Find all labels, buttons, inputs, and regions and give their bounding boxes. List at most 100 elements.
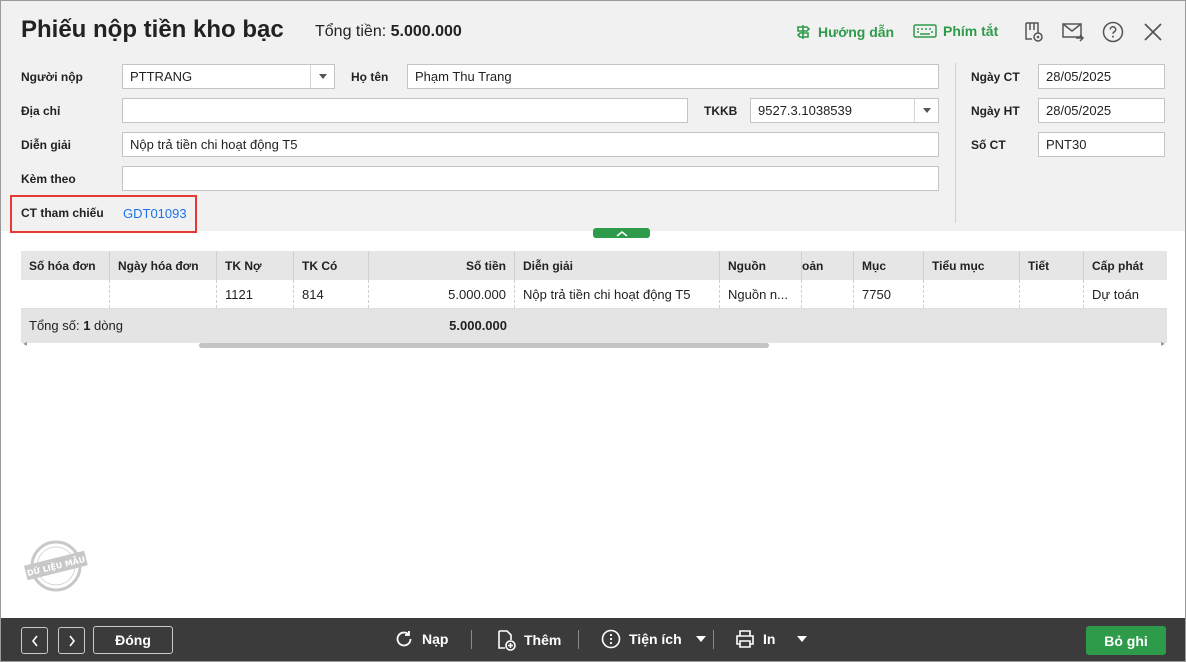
print-dropdown[interactable]: In — [735, 629, 808, 649]
column-header[interactable]: TK Có — [294, 251, 369, 280]
doc-no-value: PNT30 — [1046, 137, 1087, 152]
table-row[interactable]: 1121 814 5.000.000 Nộp trả tiền chi hoạt… — [21, 280, 1167, 309]
table-cell[interactable] — [1020, 280, 1084, 308]
add-button[interactable]: Thêm — [496, 629, 561, 651]
doc-date-field[interactable]: 28/05/2025 — [1038, 64, 1165, 89]
reload-label: Nạp — [422, 631, 449, 647]
close-icon[interactable] — [1141, 20, 1165, 44]
table-cell[interactable]: 5.000.000 — [369, 280, 515, 308]
previous-button[interactable] — [21, 627, 48, 654]
address-field[interactable] — [122, 98, 688, 123]
tkkb-label: TKKB — [704, 104, 738, 118]
fullname-label: Họ tên — [351, 70, 389, 84]
table-cell[interactable]: 7750 — [854, 280, 924, 308]
help-icon[interactable] — [1101, 20, 1125, 44]
reference-label: CT tham chiếu — [21, 206, 104, 220]
guide-link[interactable]: Hướng dẫn — [794, 23, 894, 41]
guide-label: Hướng dẫn — [818, 24, 895, 40]
divider — [955, 63, 956, 223]
reload-button[interactable]: Nạp — [394, 629, 448, 649]
chevron-down-icon — [695, 636, 706, 642]
post-date-label: Ngày HT — [971, 104, 1020, 118]
refresh-icon — [396, 631, 412, 647]
horizontal-scrollbar[interactable]: ◂ ▸ — [21, 339, 1167, 348]
reference-link[interactable]: GDT01093 — [123, 206, 187, 221]
attachment-label: Kèm theo — [21, 172, 76, 186]
shortcuts-link[interactable]: Phím tắt — [913, 23, 998, 39]
column-header[interactable]: TK Nợ — [217, 251, 294, 280]
table-cell[interactable]: Nộp trả tiền chi hoạt động T5 — [515, 280, 720, 308]
grid-summary-row: Tổng số: 1 dòng 5.000.000 — [21, 309, 1167, 343]
fullname-field[interactable]: Phạm Thu Trang — [407, 64, 939, 89]
doc-no-field[interactable]: PNT30 — [1038, 132, 1165, 157]
column-header[interactable]: Mục — [854, 251, 924, 280]
table-cell[interactable]: 1121 — [217, 280, 294, 308]
cancel-posting-button[interactable]: Bỏ ghi — [1086, 626, 1166, 655]
column-header[interactable]: Tiểu mục — [924, 251, 1020, 280]
treasury-deposit-window: Phiếu nộp tiền kho bạc Tổng tiền: 5.000.… — [0, 0, 1186, 662]
chevron-right-icon — [68, 635, 75, 646]
column-header[interactable]: oản — [802, 251, 854, 280]
utilities-label: Tiện ích — [629, 631, 682, 647]
total-value: 5.000.000 — [390, 23, 462, 40]
doc-date-value: 28/05/2025 — [1046, 69, 1112, 84]
column-header[interactable]: Diễn giải — [515, 251, 720, 280]
tkkb-combo[interactable]: 9527.3.1038539 — [750, 98, 939, 123]
column-header[interactable]: Tiết — [1020, 251, 1084, 280]
table-cell[interactable] — [802, 280, 854, 308]
close-button[interactable]: Đóng — [93, 626, 173, 654]
chevron-down-icon[interactable] — [310, 65, 334, 88]
doc-no-label: Số CT — [971, 138, 1006, 152]
shortcuts-label: Phím tắt — [943, 23, 999, 39]
table-cell[interactable]: 814 — [294, 280, 369, 308]
table-cell[interactable]: Nguồn n... — [720, 280, 802, 308]
add-document-icon — [498, 630, 516, 651]
scroll-right-icon[interactable]: ▸ — [1161, 339, 1165, 348]
total-amount: Tổng tiền: 5.000.000 — [315, 23, 462, 41]
address-label: Địa chỉ — [21, 104, 61, 118]
column-header[interactable]: Nguồn — [720, 251, 802, 280]
utilities-dropdown[interactable]: Tiện ích — [601, 629, 706, 649]
print-label: In — [763, 631, 776, 647]
column-header[interactable]: Số hóa đơn — [21, 251, 110, 280]
signpost-icon — [796, 25, 811, 39]
printer-icon — [736, 630, 754, 648]
chevron-left-icon — [31, 635, 38, 646]
tkkb-value: 9527.3.1038539 — [758, 103, 852, 118]
window-title: Phiếu nộp tiền kho bạc — [21, 16, 284, 43]
fullname-value: Phạm Thu Trang — [415, 69, 512, 84]
info-menu-icon — [601, 629, 621, 649]
payer-combo[interactable]: PTTRANG — [122, 64, 335, 89]
footer-toolbar: Đóng Nạp Thêm Tiện ích In Bỏ ghi — [1, 618, 1185, 661]
description-field[interactable]: Nộp trả tiền chi hoạt động T5 — [122, 132, 939, 157]
keyboard-icon — [913, 24, 937, 38]
table-cell[interactable] — [21, 280, 110, 308]
table-cell[interactable] — [924, 280, 1020, 308]
post-date-value: 28/05/2025 — [1046, 103, 1112, 118]
doc-date-label: Ngày CT — [971, 70, 1020, 84]
next-button[interactable] — [58, 627, 85, 654]
column-header[interactable]: Ngày hóa đơn — [110, 251, 217, 280]
scroll-left-icon[interactable]: ◂ — [23, 339, 27, 348]
table-cell[interactable]: Dự toán — [1084, 280, 1167, 308]
sample-data-stamp: DỮ LIỆU MẪU — [23, 539, 89, 593]
total-label: Tổng tiền: — [315, 23, 387, 40]
description-value: Nộp trả tiền chi hoạt động T5 — [130, 137, 298, 152]
attachment-field[interactable] — [122, 166, 939, 191]
collapse-header-button[interactable] — [593, 228, 650, 238]
post-date-field[interactable]: 28/05/2025 — [1038, 98, 1165, 123]
grid-total-amount: 5.000.000 — [449, 318, 507, 333]
grid-header-row: Số hóa đơn Ngày hóa đơn TK Nợ TK Có Số t… — [21, 251, 1167, 280]
add-label: Thêm — [524, 632, 562, 648]
email-icon[interactable] — [1061, 20, 1085, 44]
preview-icon[interactable] — [1021, 20, 1045, 44]
table-cell[interactable] — [110, 280, 217, 308]
column-header[interactable]: Số tiền — [369, 251, 515, 280]
description-label: Diễn giải — [21, 138, 72, 152]
detail-grid: Số hóa đơn Ngày hóa đơn TK Nợ TK Có Số t… — [21, 251, 1167, 343]
payer-value: PTTRANG — [130, 69, 193, 84]
scrollbar-thumb[interactable] — [199, 343, 769, 348]
chevron-down-icon[interactable] — [914, 99, 938, 122]
column-header[interactable]: Cấp phát — [1084, 251, 1167, 280]
payer-label: Người nộp — [21, 70, 83, 84]
